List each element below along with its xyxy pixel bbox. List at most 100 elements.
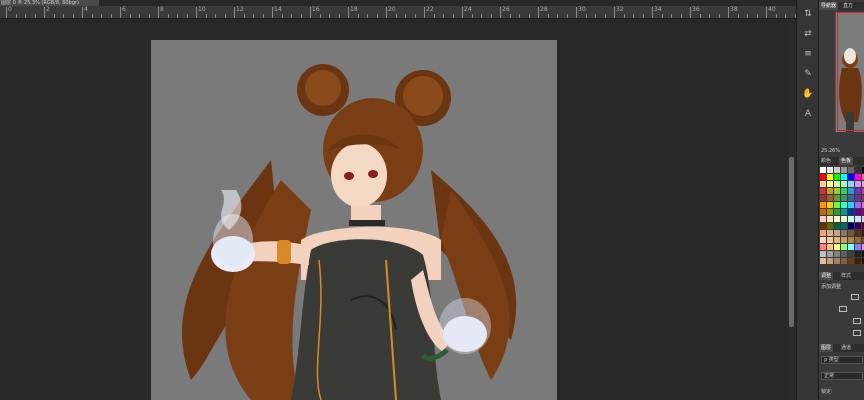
color-swatch[interactable] <box>820 223 826 229</box>
color-swatch[interactable] <box>827 188 833 194</box>
align-icon[interactable]: ≡ <box>802 48 814 60</box>
tab-styles[interactable]: 样式 <box>839 272 853 280</box>
levels-icon[interactable] <box>839 306 847 312</box>
vertical-scrollbar[interactable] <box>787 19 796 400</box>
color-swatch[interactable] <box>848 244 854 250</box>
color-swatch[interactable] <box>834 244 840 250</box>
arrow-tool-icon[interactable]: ⇅ <box>802 8 814 20</box>
color-swatch[interactable] <box>855 209 861 215</box>
color-swatch[interactable] <box>841 237 847 243</box>
color-swatch[interactable] <box>827 258 833 264</box>
color-swatch[interactable] <box>855 174 861 180</box>
tab-color[interactable]: 颜色 <box>819 157 833 165</box>
tab-navigator[interactable]: 导航器 <box>819 2 839 10</box>
color-swatch[interactable] <box>848 258 854 264</box>
color-swatch[interactable] <box>841 202 847 208</box>
color-swatch[interactable] <box>820 244 826 250</box>
color-swatch[interactable] <box>855 167 861 173</box>
tab-swatches[interactable]: 色板 <box>839 157 854 165</box>
color-swatch[interactable] <box>848 223 854 229</box>
color-swatch[interactable] <box>834 258 840 264</box>
exposure-icon[interactable] <box>853 330 861 336</box>
color-swatch[interactable] <box>848 251 854 257</box>
color-swatch[interactable] <box>848 174 854 180</box>
color-swatch[interactable] <box>820 216 826 222</box>
brightness-icon[interactable] <box>851 294 859 300</box>
color-swatch[interactable] <box>834 202 840 208</box>
color-swatch[interactable] <box>841 251 847 257</box>
color-swatch[interactable] <box>827 195 833 201</box>
color-swatch[interactable] <box>827 237 833 243</box>
color-swatch[interactable] <box>834 230 840 236</box>
color-swatch[interactable] <box>827 216 833 222</box>
color-swatch[interactable] <box>820 181 826 187</box>
layer-kind-filter[interactable]: ρ 类型 <box>821 356 863 364</box>
color-swatch[interactable] <box>855 195 861 201</box>
color-swatch[interactable] <box>855 244 861 250</box>
color-swatch[interactable] <box>827 230 833 236</box>
color-swatch[interactable] <box>820 188 826 194</box>
color-swatch[interactable] <box>841 195 847 201</box>
color-swatch[interactable] <box>841 181 847 187</box>
color-swatch[interactable] <box>820 258 826 264</box>
color-swatch[interactable] <box>834 188 840 194</box>
color-swatch[interactable] <box>820 167 826 173</box>
color-swatch[interactable] <box>855 251 861 257</box>
color-swatch[interactable] <box>820 209 826 215</box>
color-swatch[interactable] <box>841 167 847 173</box>
color-swatch[interactable] <box>855 230 861 236</box>
color-swatch[interactable] <box>848 237 854 243</box>
hand-icon[interactable]: ✋ <box>802 88 814 100</box>
color-swatch[interactable] <box>848 209 854 215</box>
color-swatch[interactable] <box>834 216 840 222</box>
color-swatch[interactable] <box>848 167 854 173</box>
color-swatch[interactable] <box>834 174 840 180</box>
color-swatch[interactable] <box>827 174 833 180</box>
color-swatch[interactable] <box>855 223 861 229</box>
color-swatch[interactable] <box>848 202 854 208</box>
scrollbar-thumb[interactable] <box>789 157 794 327</box>
tab-layers[interactable]: 图层 <box>819 344 834 352</box>
color-swatch[interactable] <box>834 251 840 257</box>
canvas-area[interactable] <box>0 19 787 400</box>
document-canvas[interactable] <box>151 40 557 400</box>
color-swatch[interactable] <box>834 209 840 215</box>
color-swatch[interactable] <box>841 230 847 236</box>
color-swatch[interactable] <box>820 251 826 257</box>
color-swatch[interactable] <box>820 195 826 201</box>
color-swatch[interactable] <box>841 223 847 229</box>
tab-adjustments[interactable]: 调整 <box>819 272 834 280</box>
color-swatch[interactable] <box>827 251 833 257</box>
curves-icon[interactable] <box>853 318 861 324</box>
color-swatch[interactable] <box>855 216 861 222</box>
text-tool-icon[interactable]: A <box>802 108 814 120</box>
color-swatch[interactable] <box>827 244 833 250</box>
color-swatch[interactable] <box>827 202 833 208</box>
color-swatch[interactable] <box>820 174 826 180</box>
navigator-view-box[interactable] <box>837 12 864 131</box>
color-swatch[interactable] <box>834 181 840 187</box>
blend-mode-select[interactable]: 正常 <box>821 372 863 380</box>
tab-channels[interactable]: 通道 <box>839 344 853 352</box>
color-swatch[interactable] <box>827 223 833 229</box>
color-swatch[interactable] <box>820 202 826 208</box>
color-swatch[interactable] <box>855 258 861 264</box>
color-swatch[interactable] <box>848 230 854 236</box>
pen-icon[interactable]: ✎ <box>802 68 814 80</box>
color-swatch[interactable] <box>841 188 847 194</box>
color-swatch[interactable] <box>855 202 861 208</box>
color-swatch[interactable] <box>834 195 840 201</box>
color-swatch[interactable] <box>855 181 861 187</box>
color-swatch[interactable] <box>841 174 847 180</box>
color-swatch[interactable] <box>841 209 847 215</box>
tab-histogram[interactable]: 直方 <box>841 2 855 10</box>
color-swatch[interactable] <box>855 237 861 243</box>
color-swatch[interactable] <box>820 230 826 236</box>
color-swatch[interactable] <box>855 188 861 194</box>
color-swatch[interactable] <box>827 209 833 215</box>
color-swatch[interactable] <box>834 167 840 173</box>
color-swatch[interactable] <box>848 188 854 194</box>
color-swatch[interactable] <box>848 216 854 222</box>
color-swatch[interactable] <box>841 258 847 264</box>
color-swatch[interactable] <box>841 216 847 222</box>
